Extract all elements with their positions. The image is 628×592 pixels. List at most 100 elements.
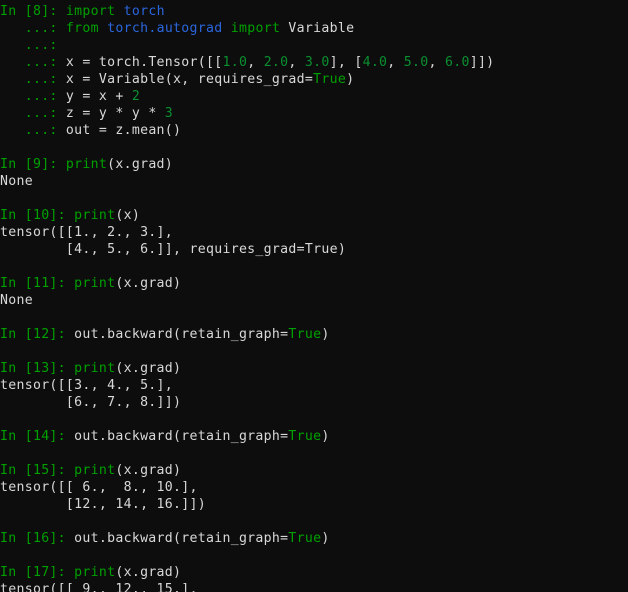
- console-segment-output: tensor([[3., 4., 5.],: [0, 378, 174, 393]
- console-segment-plain: x = torch.Tensor([[: [65, 55, 223, 70]
- console-segment-prompt: ...:: [0, 38, 58, 53]
- console-segment-prompt: In [15]:: [0, 463, 75, 478]
- console-segment-plain: y = x +: [65, 89, 132, 104]
- console-segment-keyword: import: [230, 21, 281, 36]
- console-continuation-line[interactable]: ...: out = z.mean(): [0, 122, 628, 139]
- console-segment-const: True: [288, 327, 322, 342]
- console-segment-const: True: [313, 72, 347, 87]
- console-output-line[interactable]: tensor([[1., 2., 3.],: [0, 224, 628, 241]
- console-output-line[interactable]: [4., 5., 6.]], requires_grad=True): [0, 241, 628, 258]
- console-segment-blank: [0, 514, 8, 529]
- console-segment-plain: ): [321, 327, 330, 342]
- console-segment-plain: z = y * y *: [65, 106, 165, 121]
- console-blank-line: [0, 445, 628, 462]
- console-segment-plain: out.backward(retain_graph=: [74, 327, 289, 342]
- console-output-line[interactable]: tensor([[3., 4., 5.],: [0, 377, 628, 394]
- console-segment-prompt: In [12]:: [0, 327, 75, 342]
- console-segment-prompt: In [10]:: [0, 208, 75, 223]
- console-segment-plain: (x.grad): [115, 565, 182, 580]
- console-segment-output: tensor([[ 6., 8., 10.],: [0, 480, 198, 495]
- console-continuation-line[interactable]: ...: x = Variable(x, requires_grad=True): [0, 71, 628, 88]
- console-input-line[interactable]: In [17]: print(x.grad): [0, 564, 628, 581]
- console-segment-blank: [0, 446, 8, 461]
- console-segment-prompt: In [14]:: [0, 429, 75, 444]
- console-segment-builtin: print: [74, 361, 116, 376]
- console-segment-plain: [99, 21, 107, 36]
- console-segment-plain: out = z.mean(): [65, 123, 182, 138]
- console-segment-plain: (x): [115, 208, 141, 223]
- console-continuation-line[interactable]: ...: from torch.autograd import Variable: [0, 20, 628, 37]
- console-segment-plain: (x.grad): [115, 276, 182, 291]
- console-segment-prompt: In [8]:: [0, 4, 66, 19]
- console-blank-line: [0, 139, 628, 156]
- console-segment-prompt: In [11]:: [0, 276, 75, 291]
- console-segment-plain: ): [321, 531, 330, 546]
- console-blank-line: [0, 513, 628, 530]
- console-segment-output: None: [0, 293, 33, 308]
- console-segment-output: tensor([[ 9., 12., 15.],: [0, 582, 198, 592]
- console-segment-number: 2.0: [263, 55, 289, 70]
- console-input-line[interactable]: In [14]: out.backward(retain_graph=True): [0, 428, 628, 445]
- console-segment-output: [4., 5., 6.]], requires_grad=True): [0, 242, 347, 257]
- console-output-line[interactable]: tensor([[ 6., 8., 10.],: [0, 479, 628, 496]
- console-blank-line: [0, 343, 628, 360]
- console-segment-keyword: from: [65, 21, 99, 36]
- console-input-line[interactable]: In [11]: print(x.grad): [0, 275, 628, 292]
- console-segment-builtin: print: [74, 276, 116, 291]
- console-input-line[interactable]: In [13]: print(x.grad): [0, 360, 628, 377]
- console-segment-plain: x = Variable(x, requires_grad=: [65, 72, 314, 87]
- console-output-line[interactable]: tensor([[ 9., 12., 15.],: [0, 581, 628, 592]
- console-segment-blank: [0, 259, 8, 274]
- console-segment-plain: ,: [247, 55, 264, 70]
- console-segment-plain: out.backward(retain_graph=: [74, 429, 289, 444]
- console-input-line[interactable]: In [10]: print(x): [0, 207, 628, 224]
- console-blank-line: [0, 309, 628, 326]
- console-segment-prompt: In [17]:: [0, 565, 75, 580]
- console-segment-blank: [0, 344, 8, 359]
- console-input-line[interactable]: In [9]: print(x.grad): [0, 156, 628, 173]
- console-segment-prompt: In [13]:: [0, 361, 75, 376]
- console-input-line[interactable]: In [16]: out.backward(retain_graph=True): [0, 530, 628, 547]
- console-output-line[interactable]: [12., 14., 16.]]): [0, 496, 628, 513]
- console-segment-builtin: print: [74, 208, 116, 223]
- console-input-line[interactable]: In [15]: print(x.grad): [0, 462, 628, 479]
- console-segment-plain: ): [321, 429, 330, 444]
- console-output-line[interactable]: None: [0, 292, 628, 309]
- console-blank-line: [0, 258, 628, 275]
- console-segment-plain: [223, 21, 231, 36]
- console-segment-prompt: ...:: [0, 72, 66, 87]
- console-input-line[interactable]: In [12]: out.backward(retain_graph=True): [0, 326, 628, 343]
- console-continuation-line[interactable]: ...: x = torch.Tensor([[1.0, 2.0, 3.0], …: [0, 54, 628, 71]
- console-segment-number: 3: [164, 106, 174, 121]
- console-blank-line: [0, 547, 628, 564]
- console-segment-plain: ,: [288, 55, 305, 70]
- console-segment-prompt: ...:: [0, 89, 66, 104]
- console-blank-line: [0, 190, 628, 207]
- console-continuation-line[interactable]: ...:: [0, 37, 628, 54]
- terminal-console[interactable]: In [8]: import torch ...: from torch.aut…: [0, 0, 628, 592]
- console-segment-builtin: print: [74, 463, 116, 478]
- console-segment-plain: ): [346, 72, 355, 87]
- console-continuation-line[interactable]: ...: z = y * y * 3: [0, 105, 628, 122]
- console-segment-plain: Variable: [280, 21, 355, 36]
- console-segment-plain: ], [: [329, 55, 363, 70]
- console-segment-module: torch.autograd: [107, 21, 223, 36]
- console-output-line[interactable]: [6., 7., 8.]]): [0, 394, 628, 411]
- console-segment-number: 5.0: [403, 55, 429, 70]
- console-segment-prompt: In [16]:: [0, 531, 75, 546]
- console-segment-plain: ,: [387, 55, 404, 70]
- console-segment-number: 1.0: [222, 55, 248, 70]
- console-output-line[interactable]: None: [0, 173, 628, 190]
- console-input-line[interactable]: In [8]: import torch: [0, 3, 628, 20]
- console-segment-plain: out.backward(retain_graph=: [74, 531, 289, 546]
- console-segment-keyword: import: [65, 4, 116, 19]
- console-segment-plain: (x.grad): [107, 157, 174, 172]
- console-segment-output: [6., 7., 8.]]): [0, 395, 182, 410]
- console-segment-prompt: ...:: [0, 123, 66, 138]
- console-continuation-line[interactable]: ...: y = x + 2: [0, 88, 628, 105]
- console-segment-output: None: [0, 174, 33, 189]
- console-segment-prompt: ...:: [0, 106, 66, 121]
- console-segment-plain: ,: [428, 55, 445, 70]
- console-segment-module: torch: [123, 4, 165, 19]
- console-segment-blank: [0, 140, 8, 155]
